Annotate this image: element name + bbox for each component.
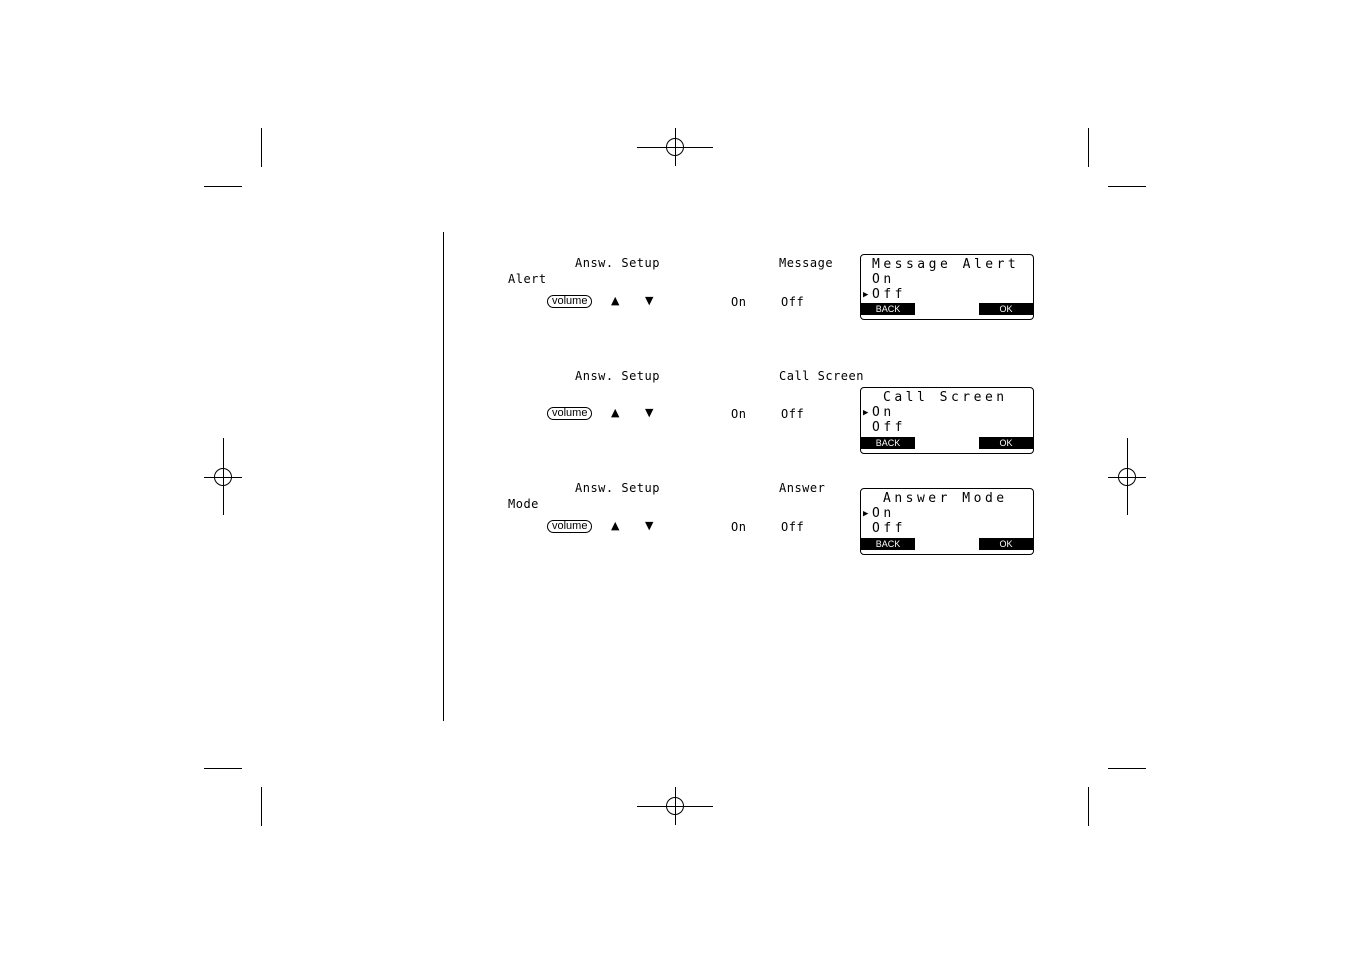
screen-option-on: On: [872, 405, 895, 420]
volume-key: volume: [547, 295, 593, 308]
crop-mark: [204, 768, 242, 769]
down-arrow-icon: ▼: [645, 406, 654, 419]
item-label: Message: [779, 256, 834, 270]
up-arrow-icon: ▲: [611, 294, 620, 307]
option-on: On: [731, 295, 747, 309]
column-rule: [443, 232, 444, 721]
pointer-icon: ▶: [863, 408, 869, 418]
pointer-icon: ▶: [863, 290, 869, 300]
screen-option-on: On: [872, 506, 895, 521]
screen-title: Call Screen: [883, 390, 1008, 405]
manual-page: Answ. Setup Message Alert volume ▲ ▼ On …: [0, 0, 1351, 954]
item-label: Answer: [779, 481, 826, 495]
up-arrow-icon: ▲: [611, 519, 620, 532]
screen-title: Answer Mode: [883, 491, 1008, 506]
option-off: Off: [781, 520, 805, 534]
crop-mark: [1108, 768, 1146, 769]
screen-option-off: Off: [872, 521, 906, 536]
option-on: On: [731, 520, 747, 534]
option-off: Off: [781, 407, 805, 421]
item-label: Call Screen: [779, 369, 864, 383]
crop-mark: [261, 128, 262, 167]
lcd-screen: Call Screen ▶ On Off BACK OK: [860, 387, 1034, 454]
menu-label: Answ. Setup: [575, 369, 660, 383]
down-arrow-icon: ▼: [645, 294, 654, 307]
registration-circle: [1118, 468, 1136, 486]
screen-title: Message Alert: [872, 257, 1020, 272]
registration-circle: [666, 138, 684, 156]
crop-mark: [261, 787, 262, 826]
menu-label: Answ. Setup: [575, 481, 660, 495]
crop-mark: [1108, 186, 1146, 187]
ok-softkey: OK: [979, 538, 1033, 550]
ok-softkey: OK: [979, 437, 1033, 449]
pointer-icon: ▶: [863, 509, 869, 519]
option-on: On: [731, 407, 747, 421]
item-label-cont: Alert: [508, 272, 547, 286]
screen-option-on: On: [872, 272, 895, 287]
back-softkey: BACK: [861, 303, 915, 315]
down-arrow-icon: ▼: [645, 519, 654, 532]
volume-key: volume: [547, 520, 593, 533]
option-off: Off: [781, 295, 805, 309]
screen-option-off: Off: [872, 287, 906, 302]
screen-option-off: Off: [872, 420, 906, 435]
lcd-screen: Message Alert On ▶ Off BACK OK: [860, 254, 1034, 320]
crop-mark: [204, 186, 242, 187]
crop-mark: [1088, 128, 1089, 167]
registration-circle: [214, 468, 232, 486]
menu-label: Answ. Setup: [575, 256, 660, 270]
item-label-cont: Mode: [508, 497, 539, 511]
back-softkey: BACK: [861, 538, 915, 550]
ok-softkey: OK: [979, 303, 1033, 315]
volume-key: volume: [547, 407, 593, 420]
back-softkey: BACK: [861, 437, 915, 449]
crop-mark: [1088, 787, 1089, 826]
up-arrow-icon: ▲: [611, 406, 620, 419]
registration-circle: [666, 797, 684, 815]
lcd-screen: Answer Mode ▶ On Off BACK OK: [860, 488, 1034, 555]
